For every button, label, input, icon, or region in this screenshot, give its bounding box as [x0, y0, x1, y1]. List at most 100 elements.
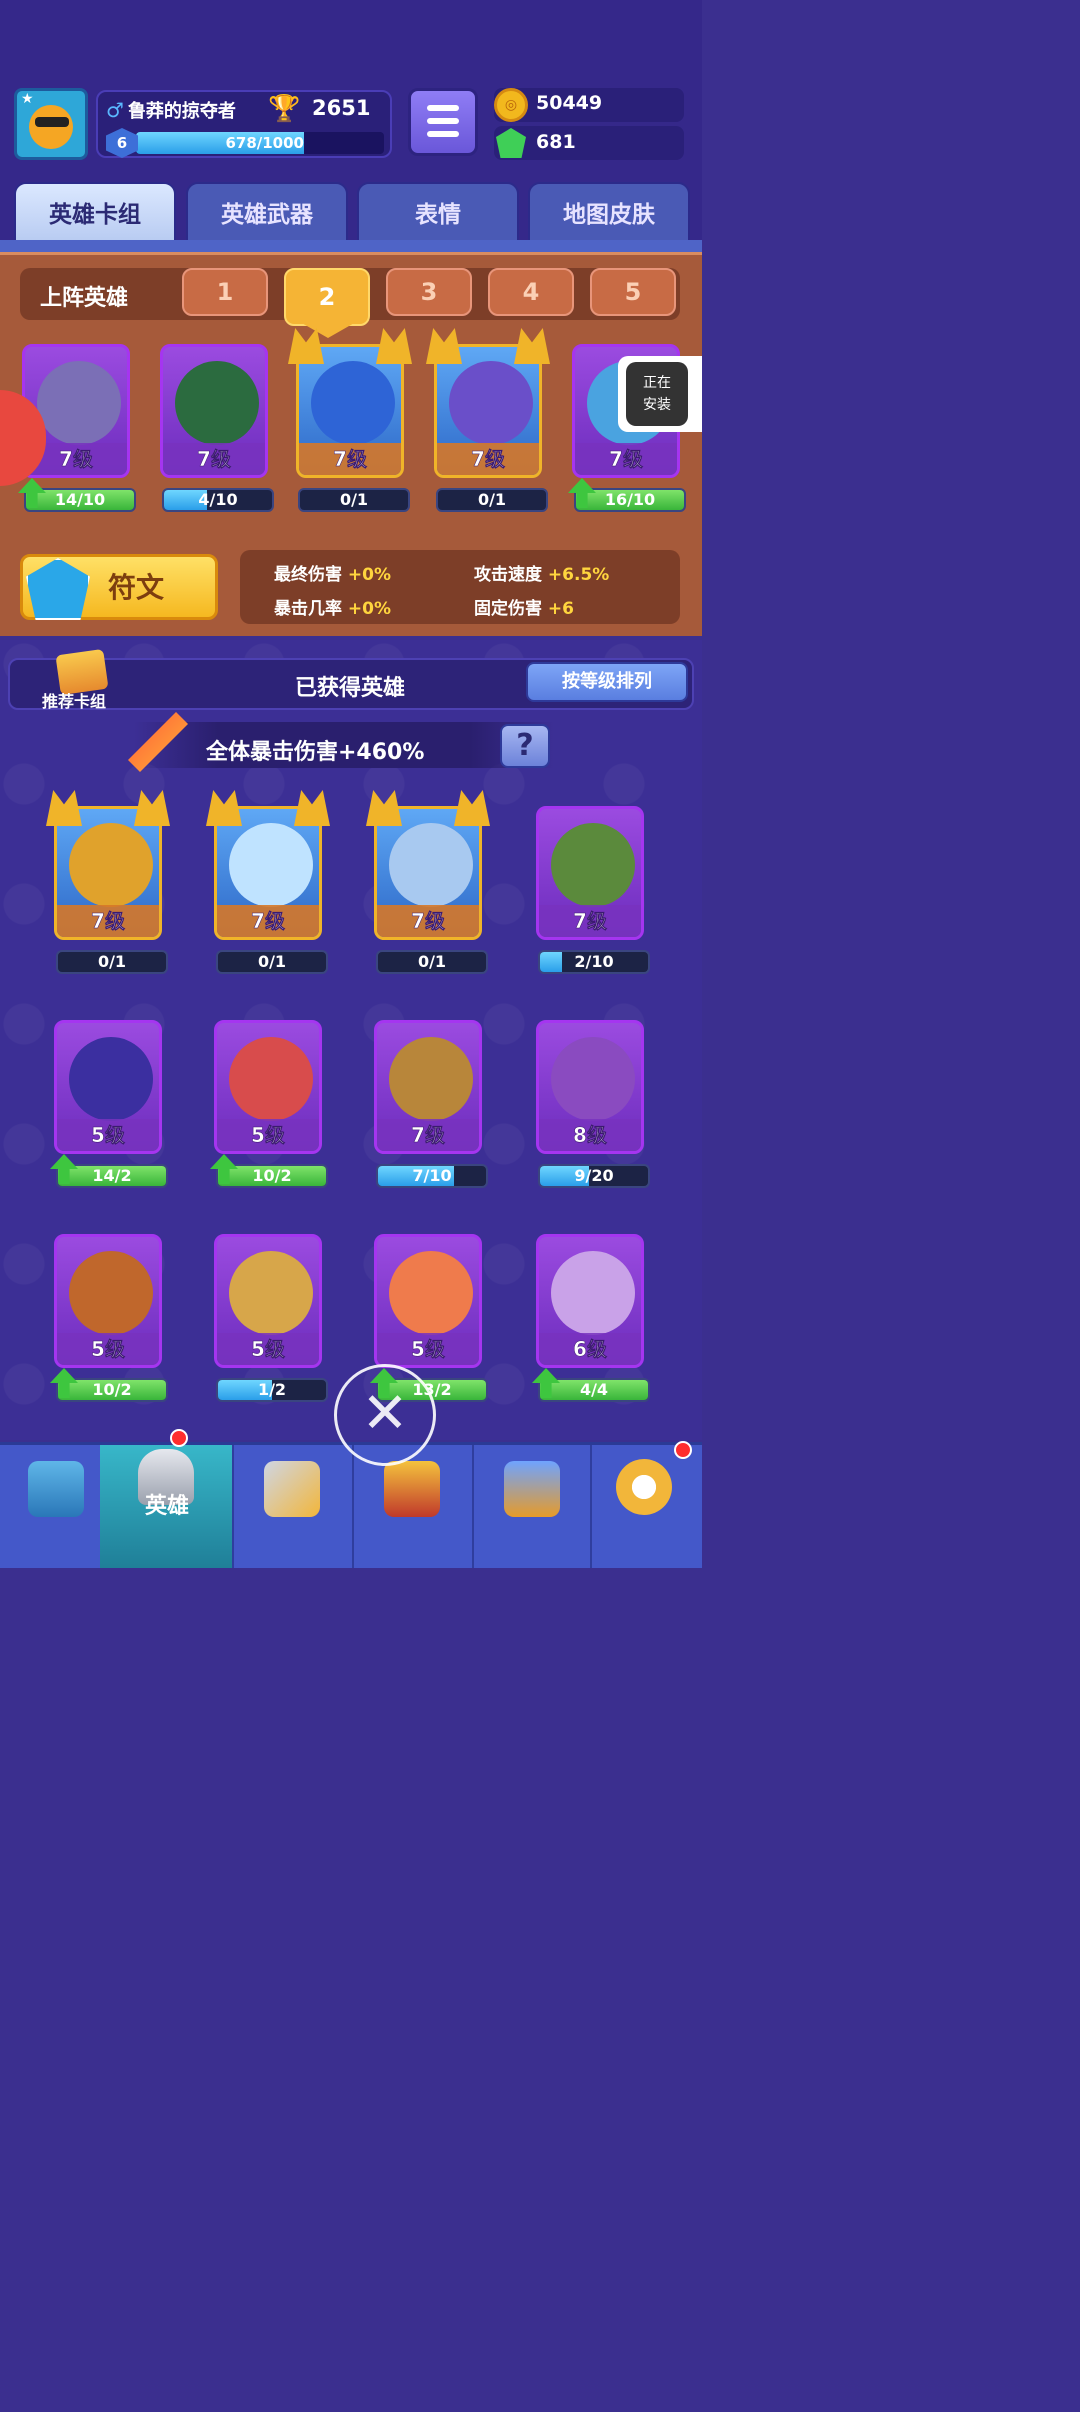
hero-level: 7级 — [163, 443, 265, 475]
hero-level: 5级 — [377, 1333, 479, 1365]
nav-explore[interactable] — [592, 1441, 702, 1568]
hero-portrait — [311, 361, 395, 445]
hero-portrait — [389, 1251, 473, 1335]
hero-progress-text: 1/2 — [257, 1380, 287, 1399]
avatar[interactable]: ★ — [14, 88, 88, 160]
stat-value: +0% — [347, 565, 392, 585]
hero-level: 7级 — [377, 905, 479, 937]
nav-heroes-label: 英雄 — [144, 1494, 189, 1519]
tab-hero-deck[interactable]: 英雄卡组 — [14, 182, 176, 242]
lineup-slot-2[interactable]: 2 — [284, 268, 370, 326]
hero-level: 7级 — [57, 905, 159, 937]
hero-progress-bar: 1/2 — [216, 1378, 328, 1402]
hero-portrait — [229, 823, 313, 907]
tab-map-skins[interactable]: 地图皮肤 — [528, 182, 690, 242]
player-name: 鲁莽的掠夺者 — [127, 101, 236, 122]
lineup-slot-5[interactable]: 5 — [590, 268, 676, 316]
xp-text: 678/1000 — [225, 134, 304, 152]
hero-progress-text: 0/1 — [257, 952, 287, 971]
hero-card[interactable]: 7级 — [296, 344, 404, 478]
hero-level: 7级 — [377, 1119, 479, 1151]
trophy-icon: 🏆 — [268, 94, 301, 124]
hero-level: 5级 — [57, 1119, 159, 1151]
install-status-line1: 正在 — [643, 375, 671, 391]
tab-hero-weapons[interactable]: 英雄武器 — [186, 182, 348, 242]
hero-card[interactable]: 7级 — [160, 344, 268, 478]
player-name-row: ♂ 鲁莽的掠夺者 — [106, 96, 236, 124]
hero-card[interactable]: 7级 — [374, 1020, 482, 1154]
hero-level: 5级 — [217, 1119, 319, 1151]
male-icon: ♂ — [106, 98, 124, 122]
hero-progress-bar: 2/10 — [538, 950, 650, 974]
hero-portrait — [69, 1251, 153, 1335]
hero-progress-text: 9/20 — [574, 1166, 614, 1185]
hero-portrait — [175, 361, 259, 445]
hero-card[interactable]: 5级 — [214, 1020, 322, 1154]
close-icon[interactable]: ✕ — [334, 1364, 436, 1466]
hero-progress-bar: 7/10 — [376, 1164, 488, 1188]
hero-progress-text: 0/1 — [477, 490, 507, 509]
collection-title: 已获得英雄 — [294, 676, 405, 701]
hero-level: 7级 — [299, 443, 401, 475]
stat-name: 固定伤害 — [474, 599, 542, 619]
menu-button[interactable] — [408, 88, 478, 156]
hero-level: 7级 — [217, 905, 319, 937]
hero-progress-text: 7/10 — [412, 1166, 452, 1185]
hero-level: 7级 — [437, 443, 539, 475]
stat-fixed-damage: 固定伤害 +6 — [474, 594, 574, 619]
help-button[interactable]: ? — [500, 724, 550, 768]
hero-progress-bar: 0/1 — [436, 488, 548, 512]
menu-icon-line — [427, 118, 459, 124]
hero-card[interactable]: 7级 — [374, 806, 482, 940]
hero-progress-text: 2/10 — [574, 952, 614, 971]
menu-icon-line — [427, 131, 459, 137]
stat-name: 最终伤害 — [274, 565, 342, 585]
notification-dot — [170, 1429, 188, 1447]
compass-icon — [616, 1459, 672, 1515]
hero-card[interactable]: 8级 — [536, 1020, 644, 1154]
install-status-line2: 安装 — [643, 397, 671, 413]
hero-card[interactable]: 5级 — [54, 1234, 162, 1368]
rune-label: 符文 — [108, 571, 165, 604]
coin-icon: ◎ — [494, 88, 528, 122]
hero-card[interactable]: 6级 — [536, 1234, 644, 1368]
lineup-slot-3[interactable]: 3 — [386, 268, 472, 316]
tab-emotes[interactable]: 表情 — [357, 182, 519, 242]
star-icon: ★ — [21, 91, 34, 107]
crit-bonus-text: 全体暴击伤害+460% — [206, 740, 425, 765]
crown-shield-icon — [384, 1461, 440, 1517]
hero-card[interactable]: 7级 — [434, 344, 542, 478]
hero-card[interactable]: 7级 — [54, 806, 162, 940]
recommend-deck-label[interactable]: 推荐卡组 — [42, 688, 106, 712]
hero-card[interactable]: 5级 — [214, 1234, 322, 1368]
stat-value: +6 — [547, 599, 574, 619]
hero-progress-bar: 0/1 — [216, 950, 328, 974]
trophy-count: 2651 — [312, 96, 371, 120]
hero-card[interactable]: 7级 — [536, 806, 644, 940]
hero-portrait — [389, 1037, 473, 1121]
team-banner-icon — [504, 1461, 560, 1517]
coin-count: 50449 — [536, 92, 603, 114]
lineup-slot-1[interactable]: 1 — [182, 268, 268, 316]
hero-portrait — [69, 1037, 153, 1121]
hero-progress-bar: 9/20 — [538, 1164, 650, 1188]
lineup-slot-4[interactable]: 4 — [488, 268, 574, 316]
crossed-swords-icon — [264, 1461, 320, 1517]
hero-portrait — [551, 1037, 635, 1121]
hero-level: 6级 — [539, 1333, 641, 1365]
sort-by-level-button[interactable]: 按等级排列 — [526, 662, 688, 702]
hero-portrait — [449, 361, 533, 445]
hero-progress-bar: 0/1 — [298, 488, 410, 512]
stat-final-damage: 最终伤害 +0% — [274, 560, 391, 585]
hero-card[interactable]: 5级 — [374, 1234, 482, 1368]
notification-dot — [674, 1441, 692, 1459]
hero-card[interactable]: 7级 — [214, 806, 322, 940]
sunglasses-icon — [35, 117, 69, 127]
hero-progress-bar: 0/1 — [56, 950, 168, 974]
hero-level: 7级 — [539, 905, 641, 937]
hero-progress-text: 0/1 — [97, 952, 127, 971]
hero-level: 5级 — [57, 1333, 159, 1365]
hero-card[interactable]: 5级 — [54, 1020, 162, 1154]
hero-progress-bar: 4/10 — [162, 488, 274, 512]
nav-team[interactable] — [474, 1445, 592, 1568]
